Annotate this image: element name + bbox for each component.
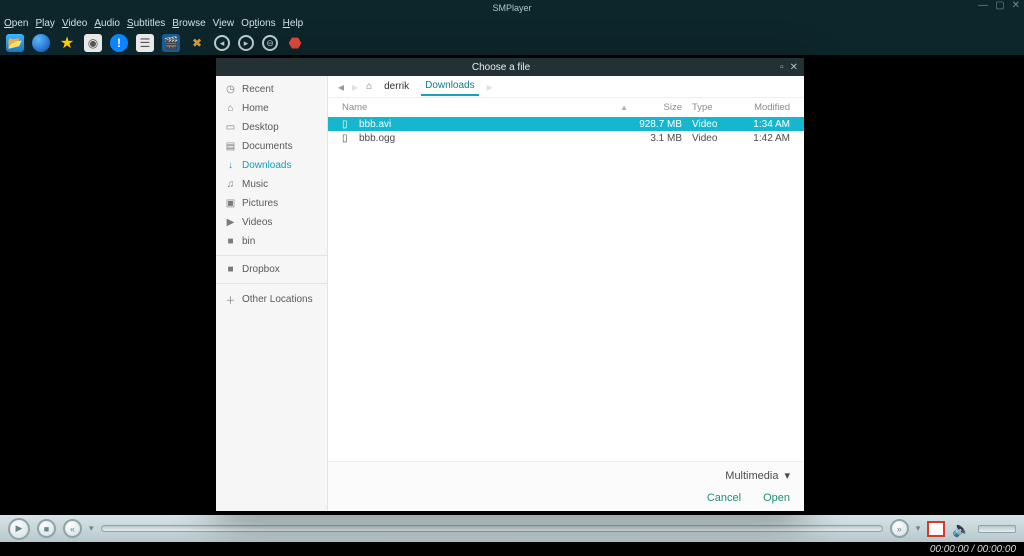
crumb-more-icon[interactable]: ▸ bbox=[487, 80, 493, 94]
dialog-close-icon[interactable]: ✕ bbox=[790, 62, 798, 73]
menu-bar: Open Play Video Audio Subtitles Browse V… bbox=[0, 16, 1024, 31]
open-url-icon[interactable] bbox=[32, 34, 50, 52]
video-area: Choose a file ▫ ✕ ◷Recent⌂Home▭Desktop▤D… bbox=[0, 55, 1024, 515]
dropbox-icon: ■ bbox=[225, 264, 236, 275]
crumb-current[interactable]: Downloads bbox=[421, 77, 478, 96]
sidebar-item-desktop[interactable]: ▭Desktop bbox=[216, 118, 327, 137]
recent-icon: ◷ bbox=[225, 84, 236, 95]
forward-button[interactable]: » bbox=[890, 519, 909, 538]
file-dialog: Choose a file ▫ ✕ ◷Recent⌂Home▭Desktop▤D… bbox=[216, 58, 804, 511]
file-row[interactable]: ▯bbb.ogg3.1 MBVideo1:42 AM bbox=[328, 131, 804, 145]
menu-view[interactable]: View bbox=[213, 18, 235, 29]
nav-back-icon[interactable]: ◂ bbox=[338, 80, 344, 94]
favorites-icon[interactable]: ★ bbox=[58, 34, 76, 52]
minimize-icon[interactable]: — bbox=[978, 0, 988, 11]
preferences-icon[interactable]: ✖ bbox=[188, 34, 206, 52]
compact-icon[interactable]: ☰ bbox=[136, 34, 154, 52]
toolbar: 📂 ★ ◉ ! ☰ 🎬 ✖ ◂ ▸ ⊖ ⬣ bbox=[0, 31, 1024, 55]
sidebar-item-recent[interactable]: ◷Recent bbox=[216, 80, 327, 99]
sidebar-item-dropbox[interactable]: ■Dropbox bbox=[216, 260, 327, 279]
other locations-icon: ＋ bbox=[225, 292, 236, 307]
youtube-icon[interactable]: ⬣ bbox=[286, 34, 304, 52]
close-icon[interactable]: ✕ bbox=[1012, 0, 1020, 11]
mute-button[interactable]: 🔈 bbox=[952, 520, 971, 538]
sidebar-item-videos[interactable]: ▶Videos bbox=[216, 213, 327, 232]
screenshot-icon[interactable]: ◉ bbox=[84, 34, 102, 52]
desktop-icon: ▭ bbox=[225, 122, 236, 133]
play-button[interactable]: ▶ bbox=[8, 518, 30, 540]
file-icon: ▯ bbox=[342, 119, 355, 130]
rewind-more-icon[interactable]: ▾ bbox=[89, 523, 94, 534]
menu-open[interactable]: Open bbox=[4, 18, 28, 29]
file-row[interactable]: ▯bbb.avi928.7 MBVideo1:34 AM bbox=[328, 117, 804, 131]
open-file-icon[interactable]: 📂 bbox=[6, 34, 24, 52]
nav-fwd-icon[interactable]: ▸ bbox=[352, 80, 358, 94]
sidebar-item-home[interactable]: ⌂Home bbox=[216, 99, 327, 118]
player-controls: ▶ ■ « ▾ » ▾ 🔈 bbox=[0, 515, 1024, 542]
next-track-icon[interactable]: ▸ bbox=[238, 35, 254, 51]
menu-help[interactable]: Help bbox=[283, 18, 304, 29]
menu-video[interactable]: Video bbox=[62, 18, 87, 29]
info-icon[interactable]: ! bbox=[110, 34, 128, 52]
menu-audio[interactable]: Audio bbox=[94, 18, 120, 29]
menu-subtitles[interactable]: Subtitles bbox=[127, 18, 165, 29]
home-icon: ⌂ bbox=[225, 103, 236, 114]
file-icon: ▯ bbox=[342, 133, 355, 144]
forward-more-icon[interactable]: ▾ bbox=[916, 523, 921, 534]
status-bar: 00:00:00 / 00:00:00 bbox=[0, 542, 1024, 556]
menu-options[interactable]: Options bbox=[241, 18, 275, 29]
playlist-icon[interactable]: 🎬 bbox=[162, 34, 180, 52]
dialog-sidebar: ◷Recent⌂Home▭Desktop▤Documents↓Downloads… bbox=[216, 76, 328, 511]
crumb-user[interactable]: derrik bbox=[380, 78, 413, 95]
maximize-icon[interactable]: ▢ bbox=[995, 0, 1004, 11]
sidebar-item-music[interactable]: ♫Music bbox=[216, 175, 327, 194]
sidebar-item-bin[interactable]: ■bin bbox=[216, 232, 327, 251]
bin-icon: ■ bbox=[225, 236, 236, 247]
col-type[interactable]: Type bbox=[682, 102, 738, 113]
col-modified[interactable]: Modified bbox=[738, 102, 790, 113]
dialog-title: Choose a file bbox=[222, 62, 780, 73]
cancel-button[interactable]: Cancel bbox=[707, 492, 741, 504]
volume-bar[interactable] bbox=[978, 525, 1016, 533]
sidebar-item-other-locations[interactable]: ＋Other Locations bbox=[216, 288, 327, 311]
sidebar-item-documents[interactable]: ▤Documents bbox=[216, 137, 327, 156]
prev-track-icon[interactable]: ◂ bbox=[214, 35, 230, 51]
menu-play[interactable]: Play bbox=[35, 18, 54, 29]
chevron-down-icon: ▾ bbox=[784, 469, 790, 482]
col-name[interactable]: Name bbox=[342, 102, 628, 113]
window-title: SMPlayer bbox=[492, 3, 531, 13]
music-icon: ♫ bbox=[225, 179, 236, 190]
seek-bar[interactable] bbox=[101, 525, 883, 532]
col-size[interactable]: Size bbox=[628, 102, 682, 113]
downloads-icon: ↓ bbox=[225, 160, 236, 171]
fullscreen-button[interactable] bbox=[927, 521, 945, 537]
file-type-filter[interactable]: Multimedia▾ bbox=[725, 469, 790, 482]
open-button[interactable]: Open bbox=[763, 492, 790, 504]
stop-button[interactable]: ■ bbox=[37, 519, 56, 538]
rewind-button[interactable]: « bbox=[63, 519, 82, 538]
documents-icon: ▤ bbox=[225, 141, 236, 152]
time-display: 00:00:00 / 00:00:00 bbox=[930, 544, 1016, 555]
ab-repeat-icon[interactable]: ⊖ bbox=[262, 35, 278, 51]
file-list: Name Size Type Modified ▯bbb.avi928.7 MB… bbox=[328, 98, 804, 461]
home-icon[interactable]: ⌂ bbox=[366, 81, 372, 92]
sidebar-item-pictures[interactable]: ▣Pictures bbox=[216, 194, 327, 213]
sidebar-item-downloads[interactable]: ↓Downloads bbox=[216, 156, 327, 175]
pictures-icon: ▣ bbox=[225, 198, 236, 209]
menu-browse[interactable]: Browse bbox=[172, 18, 205, 29]
videos-icon: ▶ bbox=[225, 217, 236, 228]
breadcrumb: ◂ ▸ ⌂ derrik Downloads ▸ bbox=[328, 76, 804, 98]
dialog-maximize-icon[interactable]: ▫ bbox=[780, 62, 784, 73]
